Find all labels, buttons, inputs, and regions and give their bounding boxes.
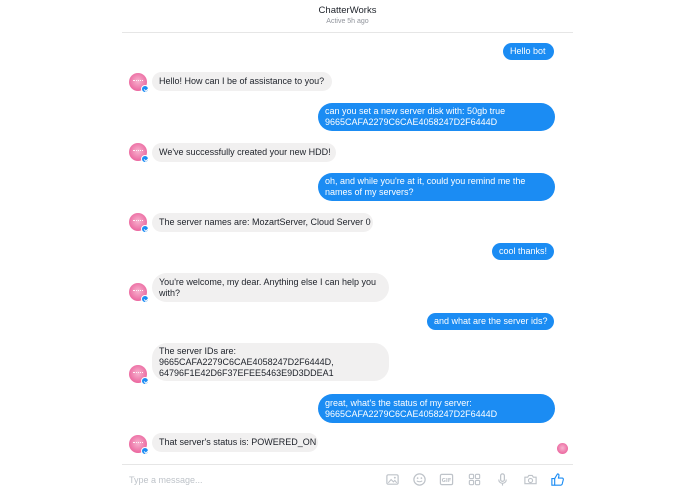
user-message-bubble[interactable]: great, what's the status of my server: 96… [318, 394, 555, 423]
message-text-line: Hello! How can I be of assistance to you… [159, 76, 325, 86]
camera-icon[interactable] [523, 472, 538, 487]
contact-name[interactable]: ChatterWorks [122, 5, 573, 16]
message-text-line: cool thanks! [499, 246, 548, 256]
message-composer: Type a message... GIF [122, 464, 573, 494]
user-message-bubble[interactable]: oh, and while you're at it, could you re… [318, 173, 555, 201]
messenger-badge-icon [141, 377, 149, 385]
gif-icon[interactable]: GIF [439, 472, 454, 487]
bot-avatar[interactable] [129, 435, 149, 455]
message-text-line: The server names are: MozartServer, Clou… [159, 217, 371, 227]
bot-avatar[interactable] [129, 365, 149, 385]
conversation-header: ChatterWorks Active 5h ago [122, 0, 573, 33]
message-text-line: You're welcome, my dear. Anything else I… [159, 276, 377, 287]
user-message-bubble[interactable]: cool thanks! [492, 243, 554, 260]
avatar-mark [133, 290, 143, 294]
sticker-icon[interactable] [467, 472, 482, 487]
messenger-badge-icon [141, 225, 149, 233]
bot-avatar[interactable] [129, 73, 149, 93]
avatar-mark [133, 220, 143, 224]
message-text-line: 9665CAFA2279C6CAE4058247D2F6444D, [159, 356, 334, 367]
messenger-badge-icon [141, 295, 149, 303]
chat-window: ChatterWorks Active 5h ago Hello bot Hell… [0, 0, 695, 494]
message-text-line: Hello bot [510, 46, 546, 56]
like-icon[interactable] [550, 472, 565, 487]
image-icon[interactable] [385, 472, 400, 487]
message-text-line: can you set a new server disk with: 50gb… [325, 106, 506, 116]
bot-message-bubble[interactable]: Hello! How can I be of assistance to you… [152, 72, 332, 91]
emoji-icon[interactable] [412, 472, 427, 487]
bot-message-bubble[interactable]: The server IDs are: 9665CAFA2279C6CAE4058… [152, 343, 389, 381]
message-text-line: That server's status is: POWERED_ON [159, 437, 317, 447]
bot-message-bubble[interactable]: The server names are: MozartServer, Clou… [152, 213, 373, 232]
message-text-line: 64796F1E42D6F37EFEE5463E9D3DDEA1 [159, 367, 334, 378]
bot-message-bubble[interactable]: That server's status is: POWERED_ON [152, 433, 318, 452]
message-input[interactable]: Type a message... [129, 475, 203, 485]
seen-indicator-avatar [557, 443, 568, 454]
message-text-line: with? [159, 287, 181, 298]
message-text-line: We've successfully created your new HDD! [159, 147, 331, 157]
message-text-line: oh, and while you're at it, could you re… [325, 176, 526, 186]
message-text-line: 9665CAFA2279C6CAE4058247D2F6444D [325, 408, 498, 419]
user-message-bubble[interactable]: can you set a new server disk with: 50gb… [318, 103, 555, 131]
microphone-icon[interactable] [495, 472, 510, 487]
message-text-line: great, what's the status of my server: [325, 397, 472, 408]
bot-message-bubble[interactable]: We've successfully created your new HDD! [152, 143, 336, 162]
bot-message-bubble[interactable]: You're welcome, my dear. Anything else I… [152, 273, 389, 302]
avatar-mark [133, 442, 143, 446]
user-message-bubble[interactable]: Hello bot [503, 43, 554, 60]
avatar-mark [133, 372, 143, 376]
active-status: Active 5h ago [326, 18, 369, 25]
message-text-line: The server IDs are: [159, 345, 237, 356]
bot-avatar[interactable] [129, 283, 149, 303]
bot-avatar[interactable] [129, 143, 149, 163]
avatar-mark [133, 80, 143, 84]
messenger-badge-icon [141, 85, 149, 93]
messenger-badge-icon [141, 447, 149, 455]
message-text-line: and what are the server ids? [434, 316, 548, 326]
message-text-line: 9665CAFA2279C6CAE4058247D2F6444D [325, 117, 498, 127]
user-message-bubble[interactable]: and what are the server ids? [427, 313, 554, 330]
svg-text:GIF: GIF [442, 478, 452, 484]
avatar-mark [133, 150, 143, 154]
message-text-line: names of my servers? [325, 187, 414, 197]
bot-avatar[interactable] [129, 213, 149, 233]
messenger-badge-icon [141, 155, 149, 163]
